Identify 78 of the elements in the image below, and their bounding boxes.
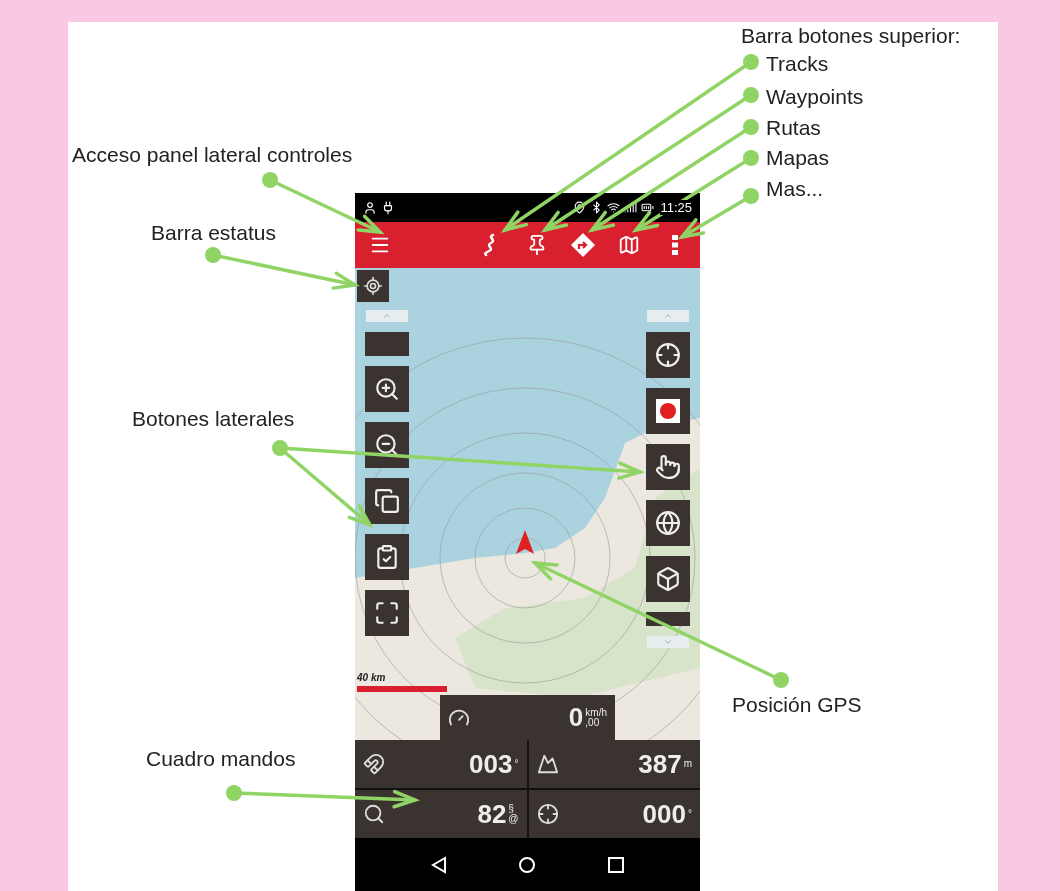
callout-dot [743,87,759,103]
callout-dot [743,54,759,70]
route-sign-icon [570,232,596,258]
callout-dot [272,440,288,456]
callout-label: Botones laterales [132,408,295,429]
crosshair-icon [655,342,681,368]
dashboard-value: 387 [638,748,682,780]
callout-label: Mapas [766,147,830,168]
side-button[interactable] [646,388,690,434]
callout-dot [743,150,759,166]
callout-dot [226,785,242,801]
more-icon [672,235,678,255]
back-button[interactable] [430,855,447,874]
clock-time: 11:25 [660,200,692,215]
side-button[interactable] [365,366,409,412]
crosshair-icon [363,276,383,296]
callout-label: Posición GPS [732,694,862,715]
signal-icon [624,201,638,214]
search-icon [363,803,385,825]
side-button[interactable] [365,590,409,636]
unit-mark: m [683,759,692,769]
unit-mark: ° [688,809,692,819]
position-arrow-icon [516,530,534,556]
side-button[interactable] [646,500,690,546]
wifi-icon [607,201,621,214]
speed-value: 0 [568,702,584,733]
crosshair-icon [536,803,559,825]
speed-decimals: ,00 [585,717,601,728]
callout-dot [743,188,759,204]
callout-label: Acceso panel lateral controles [72,144,353,165]
battery-icon [641,201,655,214]
checklist-icon [374,544,400,570]
callout-dot [743,119,759,135]
layers-icon [374,488,400,514]
speed-unit: km/h [585,707,607,718]
side-button[interactable] [365,478,409,524]
unit-mark: ° [514,759,519,769]
locate-button[interactable] [357,270,389,302]
callout-dot [773,672,789,688]
side-button[interactable] [365,422,409,468]
plug-icon [381,200,395,215]
scale-label: 40 km [357,672,387,683]
record-icon [656,399,680,423]
dashboard-value: 003 [469,748,513,780]
side-button[interactable] [365,534,409,580]
side-button[interactable] [646,332,690,378]
dashboard-value: 82 [477,798,507,830]
recents-button[interactable] [608,856,625,873]
recents-icon [608,856,625,873]
callout-label: Waypoints [766,86,864,107]
user-icon [363,200,377,215]
map-icon [618,234,640,256]
home-icon [518,855,537,874]
fullscreen-icon [374,600,400,626]
unit-mark: § [508,804,515,814]
globe-icon [655,510,681,536]
mountain-icon [536,753,559,775]
unit-mark: @ [508,814,519,824]
callout-label: Tracks [766,53,829,74]
zoom-reset-icon [374,376,400,402]
cube-icon [655,566,681,592]
callout-dot [262,172,278,188]
chevron-down-icon [663,637,673,647]
dashboard-value: 000 [642,798,686,830]
callout-dot [205,247,221,263]
location-pin-icon [573,201,587,214]
home-button[interactable] [518,855,537,874]
routes-button[interactable] [570,232,596,258]
callout-label: Mas... [766,178,824,199]
callout-heading: Barra botones superior: [741,25,961,46]
callout-label: Barra estatus [151,222,276,243]
back-icon [430,855,447,874]
callout-label: Cuadro mandos [146,748,296,769]
callout-label: Rutas [766,117,821,138]
side-button[interactable] [646,556,690,602]
magnet-icon [363,753,385,775]
touch-icon [655,454,681,480]
side-button[interactable] [646,444,690,490]
